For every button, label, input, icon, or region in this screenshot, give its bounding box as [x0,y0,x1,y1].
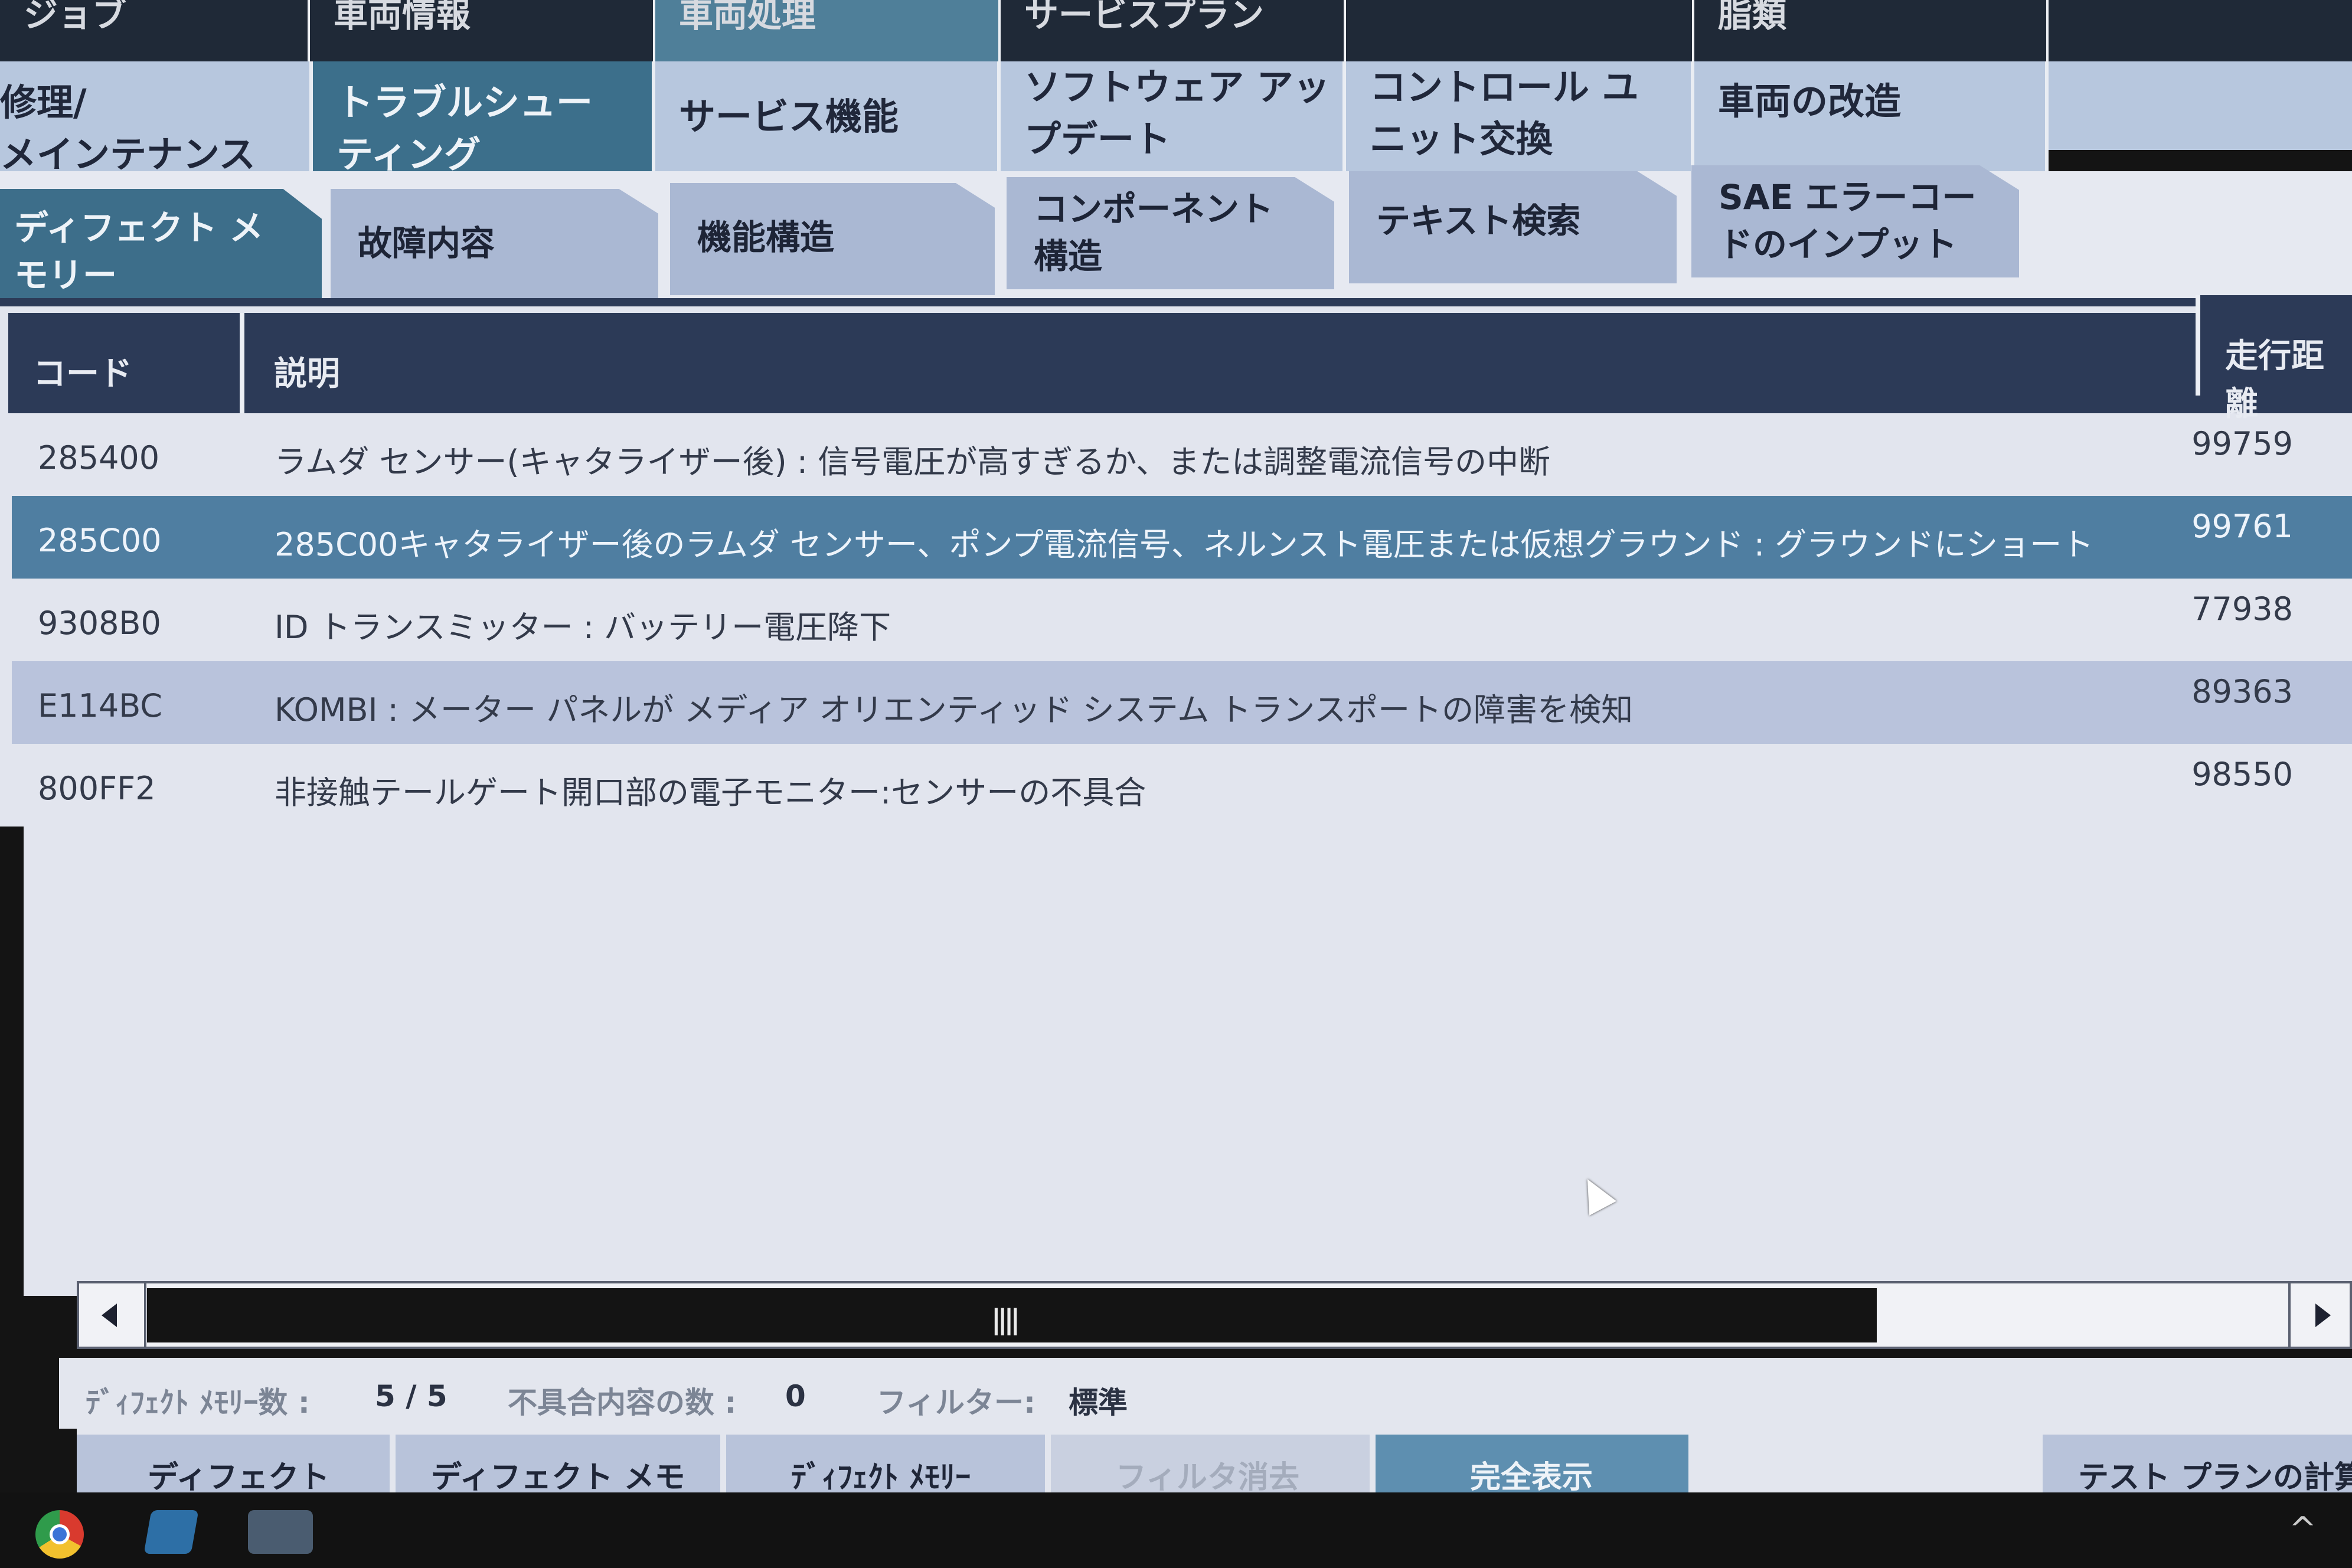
fault-count-value: 0 [785,1379,806,1413]
tab-function-structure[interactable]: 機能構造 [670,183,995,295]
tab-text-search[interactable]: テキスト検索 [1349,171,1677,283]
nav-sub-empty [2049,61,2352,150]
nav-main-label: ジョブ [24,0,127,35]
row-code: E114BC [38,687,162,724]
row-code: 285C00 [38,522,162,559]
row-mileage: 77938 [2191,590,2293,628]
tab-label: 機能構造 [697,217,835,257]
tab-label: テキスト検索 [1376,201,1581,241]
nav-main-label: サービスプラン [1024,0,1265,35]
table-row[interactable]: 285400 ラムダ センサー(キャタライザー後) : 信号電圧が高すぎるか、ま… [12,413,2352,496]
nav-main-item-5[interactable] [1346,0,1694,61]
table-row[interactable]: E114BC KOMBI : メーター パネルが メディア オリエンティッド シ… [12,661,2352,744]
row-description: 非接触テールゲート開口部の電子モニター:センサーの不具合 [275,774,1146,811]
taskbar: ^ [0,1492,2352,1568]
clear-filter-button[interactable]: フィルタ消去 [1051,1435,1376,1494]
ista-icon[interactable] [248,1510,313,1554]
table-row-selected[interactable]: 285C00 285C00キャタライザー後のラムダ センサー、ポンプ電流信号、ネ… [12,496,2352,579]
nav-main-empty [2049,0,2352,61]
row-code: 285400 [38,439,160,476]
nav-sub-control-unit-replacement[interactable]: コントロール ユ ニット交換 [1346,61,1694,171]
nav-main-label: 脂類 [1718,0,1787,35]
tab-component-structure[interactable]: コンポーネント 構造 [1007,177,1334,289]
nav-main-service-plan[interactable]: サービスプラン [1001,0,1346,61]
nav-main-label: 車両処理 [679,0,816,35]
row-mileage: 98550 [2191,756,2293,793]
nav-sub-label: トラブルシュー ティング [337,81,593,171]
row-description: ラムダ センサー(キャタライザー後) : 信号電圧が高すぎるか、または調整電流信… [275,443,1551,481]
scroll-right-arrow-icon[interactable] [2288,1283,2350,1347]
tab-label: 故障内容 [358,223,495,263]
nav-main-jobs[interactable]: ジョブ [0,0,310,61]
chrome-icon[interactable] [35,1510,84,1559]
scroll-grip-icon: |||| [991,1304,1020,1335]
tab-label: SAE エラーコー ドのインプット [1719,177,1977,264]
scroll-left-arrow-icon[interactable] [79,1283,146,1347]
table-row[interactable]: 9308B0 ID トランスミッター : バッテリー電圧降下 77938 [12,579,2352,661]
table-row[interactable]: 800FF2 非接触テールゲート開口部の電子モニター:センサーの不具合 9855… [12,744,2352,827]
left-bezel [0,827,24,1492]
row-code: 800FF2 [38,770,156,807]
row-description: 285C00キャタライザー後のラムダ センサー、ポンプ電流信号、ネルンスト電圧ま… [275,526,2094,563]
column-header-description[interactable]: 説明 [249,313,2191,413]
defect-display-button[interactable]: ディフェクト [77,1435,396,1494]
status-bar: ﾃﾞｨﾌｪｸﾄ ﾒﾓﾘｰ数 : 5 / 5 不具合内容の数 : 0 フィルター:… [59,1358,2352,1429]
nav-sub-label: コントロール ユ ニット交換 [1370,66,1639,161]
tab-fault-symptoms[interactable]: 故障内容 [331,189,658,301]
button-row: ディフェクト ディフェクト メモ ﾃﾞｨﾌｪｸﾄ ﾒﾓﾘｰ フィルタ消去 完全表… [77,1429,2352,1494]
full-display-button[interactable]: 完全表示 [1376,1435,1694,1494]
nav-sub-service-functions[interactable]: サービス機能 [655,61,1001,171]
nav-sub-label: ソフトウェア アッ プデート [1024,66,1330,161]
fault-count-label: 不具合内容の数 : [508,1386,737,1420]
tab-label: コンポーネント 構造 [1034,189,1274,276]
defect-memory-button[interactable]: ﾃﾞｨﾌｪｸﾄ ﾒﾓﾘｰ [726,1435,1051,1494]
row-mileage: 99759 [2191,425,2293,462]
column-header-code[interactable]: コード [8,313,244,413]
nav-sub-software-update[interactable]: ソフトウェア アッ プデート [1001,61,1346,171]
nav-sub-vehicle-modification[interactable]: 車両の改造 [1694,61,2049,171]
defect-memory-clear-button[interactable]: ディフェクト メモ [396,1435,726,1494]
column-header-mileage[interactable]: 走行距離 [2196,295,2352,423]
tab-sae-error-code-input[interactable]: SAE エラーコー ドのインプット [1691,165,2019,277]
row-mileage: 89363 [2191,673,2293,710]
horizontal-scrollbar[interactable]: |||| [77,1281,2352,1349]
defect-count-value: 5 / 5 [375,1379,447,1413]
nav-sub-repair-maintenance[interactable]: 修理/ メインテナンス [0,61,313,171]
nav-main-vehicle-processing[interactable]: 車両処理 [655,0,1001,61]
nav-main-fluids[interactable]: 脂類 [1694,0,2049,61]
row-mileage: 99761 [2191,508,2293,545]
row-code: 9308B0 [38,605,161,642]
table-header: コード 説明 走行距離 [8,295,2352,423]
explorer-icon[interactable] [143,1510,199,1554]
filter-label: フィルター: [877,1386,1035,1420]
defect-count-label: ﾃﾞｨﾌｪｸﾄ ﾒﾓﾘｰ数 : [86,1386,310,1420]
row-description: KOMBI : メーター パネルが メディア オリエンティッド システム トラン… [275,691,1634,729]
nav-sub-label: 車両の改造 [1718,80,1902,123]
nav-main-vehicle-info[interactable]: 車両情報 [310,0,655,61]
tab-label: ディフェクト メ モリー [14,208,264,295]
nav-main-label: 車両情報 [334,0,471,35]
scroll-thumb[interactable]: |||| [147,1288,1877,1342]
row-description: ID トランスミッター : バッテリー電圧降下 [275,609,891,646]
nav-sub-label: サービス機能 [679,95,899,138]
nav-sub-label: 修理/ メインテナンス [0,81,256,171]
nav-sub-troubleshooting[interactable]: トラブルシュー ティング [313,61,655,171]
tray-chevron-icon[interactable]: ^ [2289,1510,2317,1549]
test-plan-calc-button[interactable]: テスト プランの計算 [2043,1435,2352,1494]
filter-value: 標準 [1069,1386,1128,1420]
